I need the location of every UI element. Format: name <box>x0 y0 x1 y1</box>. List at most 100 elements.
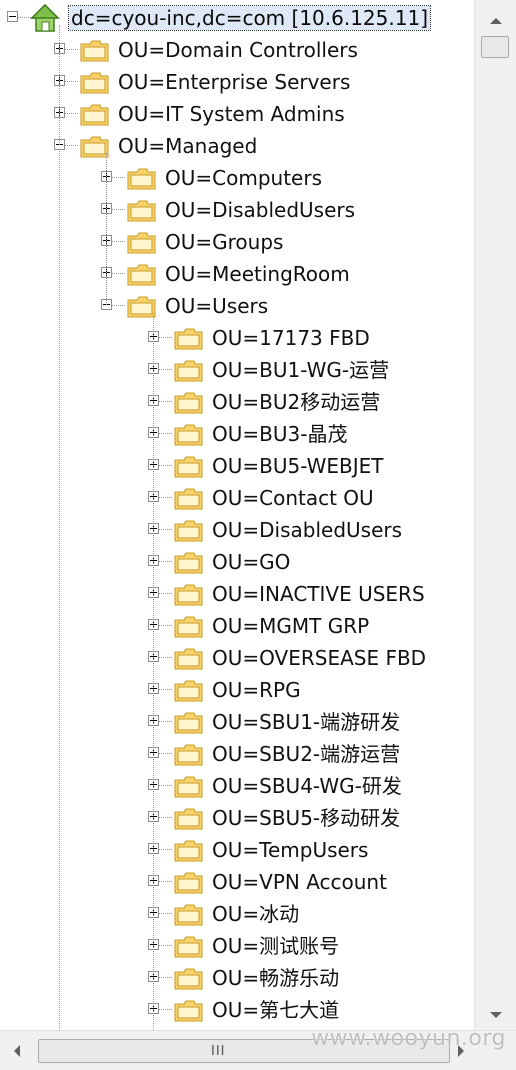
tree-node-level1-1[interactable]: OU=Enterprise Servers <box>0 66 474 98</box>
vertical-scrollbar[interactable] <box>474 0 516 1030</box>
tree-connector <box>159 913 172 914</box>
ou-label[interactable]: OU=测试账号 <box>210 934 341 958</box>
ou-label[interactable]: OU=冰动 <box>210 902 301 926</box>
tree-node-level3-8[interactable]: OU=INACTIVE USERS <box>0 578 474 610</box>
ou-label[interactable]: OU=MGMT GRP <box>210 614 371 638</box>
ou-label[interactable]: OU=BU5-WEBJET <box>210 454 386 478</box>
folder-icon <box>174 807 204 831</box>
folder-icon <box>174 327 204 351</box>
ou-label[interactable]: OU=DisabledUsers <box>210 518 404 542</box>
tree-connector <box>112 241 125 242</box>
ou-label[interactable]: OU=17173 FBD <box>210 326 372 350</box>
tree-connector <box>159 561 172 562</box>
ou-label[interactable]: OU=INACTIVE USERS <box>210 582 427 606</box>
tree-node-level2-2[interactable]: OU=Groups <box>0 226 474 258</box>
folder-icon <box>174 679 204 703</box>
scroll-up-button[interactable] <box>481 6 511 36</box>
folder-icon <box>174 903 204 927</box>
folder-icon <box>174 487 204 511</box>
tree-node-level3-18[interactable]: OU=冰动 <box>0 898 474 930</box>
tree-node-level3-10[interactable]: OU=OVERSEASE FBD <box>0 642 474 674</box>
scroll-grip-icon: III <box>211 1044 226 1059</box>
tree-guide-level2 <box>106 153 107 305</box>
tree-node-level3-5[interactable]: OU=Contact OU <box>0 482 474 514</box>
tree-node-level3-12[interactable]: OU=SBU1-端游研发 <box>0 706 474 738</box>
tree-node-level3-11[interactable]: OU=RPG <box>0 674 474 706</box>
ou-label[interactable]: OU=OVERSEASE FBD <box>210 646 428 670</box>
ou-label[interactable]: OU=MeetingRoom <box>163 262 352 286</box>
ou-label[interactable]: OU=SBU2-端游运营 <box>210 742 402 766</box>
tree-connector <box>159 657 172 658</box>
tree-connector <box>159 881 172 882</box>
ou-label[interactable]: OU=Computers <box>163 166 324 190</box>
ou-label[interactable]: OU=DisabledUsers <box>163 198 357 222</box>
tree-node-level1-3[interactable]: OU=Managed <box>0 130 474 162</box>
vertical-scroll-thumb[interactable] <box>481 36 509 58</box>
ou-label[interactable]: OU=Groups <box>163 230 285 254</box>
ldap-tree-view[interactable]: dc=cyou-inc,dc=com [10.6.125.11] OU=Domai… <box>0 0 474 1030</box>
root-node-label[interactable]: dc=cyou-inc,dc=com [10.6.125.11] <box>68 5 431 31</box>
tree-node-level2-3[interactable]: OU=MeetingRoom <box>0 258 474 290</box>
folder-icon <box>174 519 204 543</box>
tree-node-level3-14[interactable]: OU=SBU4-WG-研发 <box>0 770 474 802</box>
ou-label[interactable]: OU=Contact OU <box>210 486 376 510</box>
ou-label[interactable]: OU=Managed <box>116 134 259 158</box>
ou-label[interactable]: OU=VPN Account <box>210 870 389 894</box>
ou-label[interactable]: OU=SBU1-端游研发 <box>210 710 402 734</box>
ou-label[interactable]: OU=Users <box>163 294 270 318</box>
tree-node-level3-3[interactable]: OU=BU3-晶茂 <box>0 418 474 450</box>
ou-label[interactable]: OU=畅游乐动 <box>210 966 341 990</box>
tree-node-level2-4[interactable]: OU=Users <box>0 290 474 322</box>
scroll-left-button[interactable] <box>14 1045 20 1057</box>
tree-node-level3-13[interactable]: OU=SBU2-端游运营 <box>0 738 474 770</box>
tree-node-level3-7[interactable]: OU=GO <box>0 546 474 578</box>
ou-label[interactable]: OU=TempUsers <box>210 838 370 862</box>
tree-node-level3-1[interactable]: OU=BU1-WG-运营 <box>0 354 474 386</box>
tree-connector <box>65 113 78 114</box>
tree-connector <box>159 465 172 466</box>
tree-connector <box>159 1009 172 1010</box>
tree-node-root[interactable]: dc=cyou-inc,dc=com [10.6.125.11] <box>0 2 474 34</box>
ou-label[interactable]: OU=BU2移动运营 <box>210 390 382 414</box>
tree-connector <box>159 977 172 978</box>
ou-label[interactable]: OU=BU1-WG-运营 <box>210 358 391 382</box>
ou-label[interactable]: OU=Domain Controllers <box>116 38 360 62</box>
folder-icon <box>174 391 204 415</box>
ou-label[interactable]: OU=SBU5-移动研发 <box>210 806 402 830</box>
ou-label[interactable]: OU=BU3-晶茂 <box>210 422 349 446</box>
ou-label[interactable]: OU=第七大道 <box>210 998 341 1022</box>
tree-connector <box>159 529 172 530</box>
tree-connector <box>112 305 125 306</box>
tree-node-level1-2[interactable]: OU=IT System Admins <box>0 98 474 130</box>
tree-node-level3-17[interactable]: OU=VPN Account <box>0 866 474 898</box>
tree-node-level2-1[interactable]: OU=DisabledUsers <box>0 194 474 226</box>
folder-icon <box>127 231 157 255</box>
tree-connector <box>112 177 125 178</box>
tree-node-level1-0[interactable]: OU=Domain Controllers <box>0 34 474 66</box>
tree-connector <box>159 945 172 946</box>
ou-label[interactable]: OU=GO <box>210 550 292 574</box>
tree-node-level3-2[interactable]: OU=BU2移动运营 <box>0 386 474 418</box>
watermark: www.wooyun.org <box>311 1026 506 1051</box>
tree-guide-level3 <box>153 313 154 1030</box>
folder-icon <box>127 167 157 191</box>
ou-label[interactable]: OU=RPG <box>210 678 303 702</box>
ou-label[interactable]: OU=Enterprise Servers <box>116 70 352 94</box>
folder-icon <box>174 999 204 1023</box>
ou-label[interactable]: OU=SBU4-WG-研发 <box>210 774 404 798</box>
tree-node-level3-21[interactable]: OU=第七大道 <box>0 994 474 1026</box>
tree-node-level3-20[interactable]: OU=畅游乐动 <box>0 962 474 994</box>
tree-node-level3-0[interactable]: OU=17173 FBD <box>0 322 474 354</box>
tree-connector <box>159 337 172 338</box>
tree-guide-level1-cont <box>59 151 60 1030</box>
tree-node-level3-19[interactable]: OU=测试账号 <box>0 930 474 962</box>
collapse-icon[interactable] <box>7 11 18 22</box>
tree-node-level2-0[interactable]: OU=Computers <box>0 162 474 194</box>
tree-node-level3-16[interactable]: OU=TempUsers <box>0 834 474 866</box>
ou-label[interactable]: OU=IT System Admins <box>116 102 347 126</box>
tree-node-level3-9[interactable]: OU=MGMT GRP <box>0 610 474 642</box>
folder-icon <box>174 551 204 575</box>
tree-node-level3-4[interactable]: OU=BU5-WEBJET <box>0 450 474 482</box>
tree-node-level3-15[interactable]: OU=SBU5-移动研发 <box>0 802 474 834</box>
tree-node-level3-6[interactable]: OU=DisabledUsers <box>0 514 474 546</box>
